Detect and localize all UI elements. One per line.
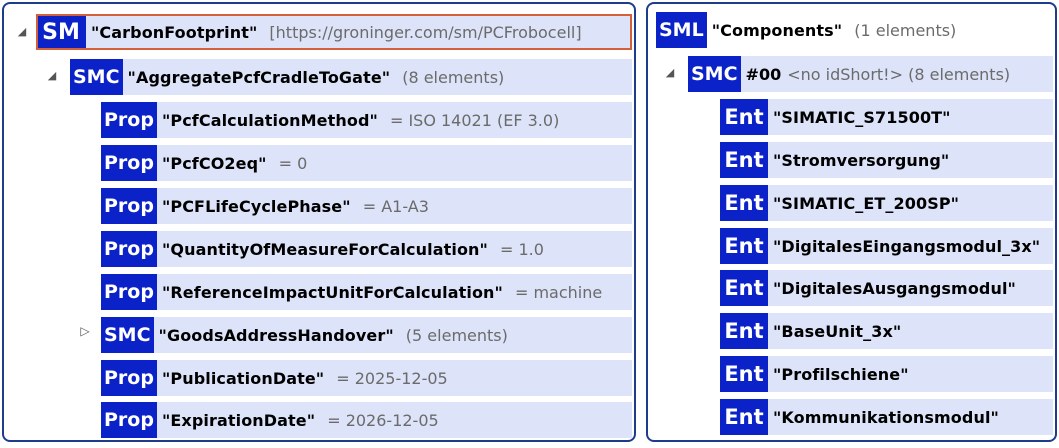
entity-badge: Ent — [720, 270, 768, 306]
property-name: "PCFLifeCyclePhase" — [161, 196, 351, 216]
list-badge: SML — [656, 12, 707, 48]
collection-name: "AggregatePcfCradleToGate" — [127, 67, 391, 87]
property-badge: Prop — [101, 231, 157, 267]
collection-count: (5 elements) — [405, 325, 508, 345]
property-badge: Prop — [101, 402, 157, 438]
property-name: "PublicationDate" — [161, 368, 325, 388]
entity-badge: Ent — [720, 185, 768, 221]
property-badge: Prop — [101, 102, 157, 138]
collection-name: "GoodsAddressHandover" — [158, 325, 394, 345]
collection-row[interactable]: SMC "GoodsAddressHandover" (5 elements) — [101, 317, 632, 353]
entity-badge: Ent — [720, 313, 768, 349]
collection-badge: SMC — [688, 56, 741, 92]
expand-toggle-icon[interactable] — [45, 69, 59, 82]
entity-row[interactable]: Ent "Kommunikationsmodul" — [720, 399, 1053, 435]
property-row[interactable]: Prop "QuantityOfMeasureForCalculation" =… — [101, 231, 632, 267]
collection-index: #00 — [745, 64, 782, 84]
property-name: "PcfCO2eq" — [161, 153, 267, 173]
entity-name: "DigitalesEingangsmodul_3x" — [773, 236, 1041, 256]
list-count: (1 elements) — [854, 20, 957, 40]
property-row[interactable]: Prop "PcfCalculationMethod" = ISO 14021 … — [101, 102, 632, 138]
collection-badge: SMC — [70, 59, 123, 95]
property-badge: Prop — [101, 188, 157, 224]
submodel-id: [https://groninger.com/sm/PCFrobocell] — [269, 22, 582, 42]
collection-info: <no idShort!> (8 elements) — [787, 64, 1011, 84]
entity-row[interactable]: Ent "Stromversorgung" — [720, 142, 1053, 178]
entity-badge: Ent — [720, 399, 768, 435]
property-value: = ISO 14021 (EF 3.0) — [389, 110, 560, 130]
submodel-name: "CarbonFootprint" — [91, 22, 258, 42]
property-value: = 2026-12-05 — [327, 410, 439, 430]
property-value: = 2025-12-05 — [336, 368, 448, 388]
entity-name: "SIMATIC_ET_200SP" — [773, 193, 960, 213]
entity-row[interactable]: Ent "SIMATIC_S71500T" — [720, 99, 1053, 135]
entity-row[interactable]: Ent "DigitalesAusgangsmodul" — [720, 270, 1053, 306]
property-row[interactable]: Prop "ReferenceImpactUnitForCalculation"… — [101, 274, 632, 310]
entity-name: "Kommunikationsmodul" — [773, 407, 999, 427]
entity-row[interactable]: Ent "BaseUnit_3x" — [720, 313, 1053, 349]
collection-row[interactable]: SMC #00 <no idShort!> (8 elements) — [688, 56, 1053, 92]
property-value: = machine — [514, 282, 603, 302]
property-row[interactable]: Prop "PublicationDate" = 2025-12-05 — [101, 360, 632, 396]
property-row[interactable]: Prop "PcfCO2eq" = 0 — [101, 145, 632, 181]
property-badge: Prop — [101, 145, 157, 181]
property-name: "QuantityOfMeasureForCalculation" — [161, 239, 488, 259]
property-name: "ReferenceImpactUnitForCalculation" — [161, 282, 503, 302]
collection-count: (8 elements) — [402, 67, 505, 87]
expand-toggle-icon[interactable] — [15, 25, 29, 38]
collection-badge: SMC — [101, 317, 154, 353]
entity-name: "BaseUnit_3x" — [773, 321, 902, 341]
entity-badge: Ent — [720, 142, 768, 178]
entity-name: "Stromversorgung" — [773, 150, 950, 170]
property-value: = A1-A3 — [362, 196, 429, 216]
property-name: "ExpirationDate" — [161, 410, 316, 430]
entity-badge: Ent — [720, 99, 768, 135]
property-badge: Prop — [101, 360, 157, 396]
entity-name: "DigitalesAusgangsmodul" — [773, 278, 1016, 298]
submodel-row[interactable]: SM "CarbonFootprint" [https://groninger.… — [36, 14, 632, 50]
entity-badge: Ent — [720, 356, 768, 392]
entity-row[interactable]: Ent "SIMATIC_ET_200SP" — [720, 185, 1053, 221]
collection-row[interactable]: SMC "AggregatePcfCradleToGate" (8 elemen… — [70, 59, 632, 95]
submodel-badge: SM — [36, 14, 86, 50]
entity-name: "Profilschiene" — [773, 364, 909, 384]
property-value: = 1.0 — [499, 239, 544, 259]
entity-badge: Ent — [720, 228, 768, 264]
property-row[interactable]: Prop "PCFLifeCyclePhase" = A1-A3 — [101, 188, 632, 224]
property-badge: Prop — [101, 274, 157, 310]
submodel-tree-panel: SM "CarbonFootprint" [https://groninger.… — [2, 2, 636, 442]
entity-row[interactable]: Ent "DigitalesEingangsmodul_3x" — [720, 228, 1053, 264]
property-value: = 0 — [278, 153, 308, 173]
submodel-element-list-row[interactable]: SML "Components" (1 elements) — [656, 12, 1053, 48]
components-tree-panel: SML "Components" (1 elements) SMC #00 <n… — [646, 2, 1057, 442]
list-name: "Components" — [711, 20, 843, 40]
entity-row[interactable]: Ent "Profilschiene" — [720, 356, 1053, 392]
property-row[interactable]: Prop "ExpirationDate" = 2026-12-05 — [101, 402, 632, 438]
entity-name: "SIMATIC_S71500T" — [773, 107, 951, 127]
expand-toggle-icon[interactable] — [663, 66, 677, 79]
property-name: "PcfCalculationMethod" — [161, 110, 378, 130]
expand-toggle-icon[interactable] — [78, 324, 92, 338]
